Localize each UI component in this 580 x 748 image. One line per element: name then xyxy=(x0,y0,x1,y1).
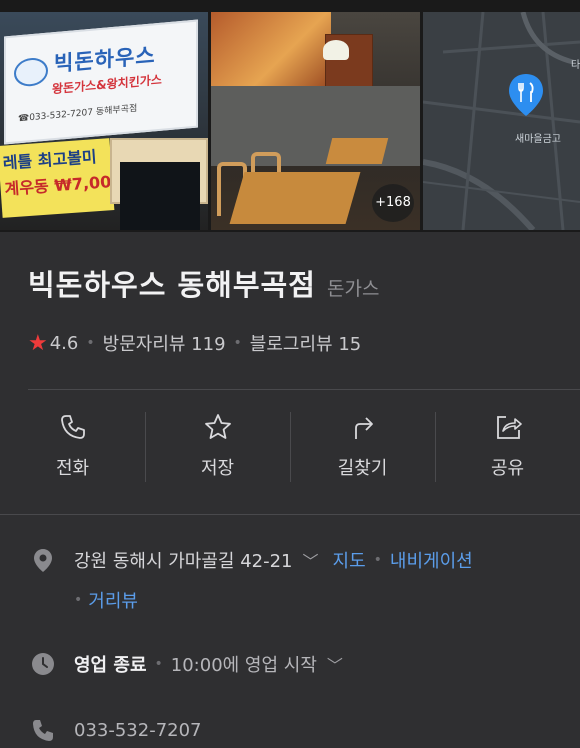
location-pin-icon xyxy=(34,549,52,572)
separator-dot: • xyxy=(86,335,95,351)
action-bar: 전화 저장 길찾기 공유 xyxy=(0,390,580,510)
map-pin-icon xyxy=(509,74,543,116)
save-label: 저장 xyxy=(200,458,235,479)
storefront-photo[interactable]: 빅돈하우스 왕돈가스&왕치킨가스 ☎033-532-7207 동해부곡점 레틀 … xyxy=(0,12,208,230)
star-icon xyxy=(204,414,231,439)
directions-label: 길찾기 xyxy=(337,458,388,479)
pendant-lamp xyxy=(323,40,349,60)
map-place-label: 새마을금고 xyxy=(515,134,561,145)
sign-phone: ☎033-532-7207 동해부곡점 xyxy=(18,103,138,125)
hours-row[interactable]: 영업 종료 • 10:00에 영업 시작 ﹀ xyxy=(30,651,343,677)
map-roads xyxy=(423,12,580,230)
map-thumbnail[interactable]: 새마을금고 타 xyxy=(423,12,580,230)
address-row-2: • 거리뷰 xyxy=(74,587,138,613)
store-sign: 빅돈하우스 왕돈가스&왕치킨가스 ☎033-532-7207 동해부곡점 xyxy=(4,19,198,145)
divider xyxy=(0,514,580,515)
phone-row[interactable]: 033-532-7207 xyxy=(30,717,202,743)
street-view-link[interactable]: 거리뷰 xyxy=(88,587,138,613)
chevron-down-icon[interactable]: ﹀ xyxy=(327,652,343,676)
save-button[interactable]: 저장 xyxy=(145,390,290,510)
phone-number[interactable]: 033-532-7207 xyxy=(74,720,202,741)
store-logo xyxy=(14,56,48,88)
next-open-time: 10:00에 영업 시작 xyxy=(170,655,317,676)
business-status: 영업 종료 xyxy=(74,655,147,676)
share-button[interactable]: 공유 xyxy=(435,390,580,510)
promo-banner: 레틀 최고볼미 계우동 ₩7,000 xyxy=(0,138,123,218)
separator-dot: • xyxy=(373,552,382,568)
place-category: 돈가스 xyxy=(327,278,380,300)
directions-button[interactable]: 길찾기 xyxy=(290,390,435,510)
address-row: 강원 동해시 가마골길 42-21 ﹀ 지도 • 내비게이션 xyxy=(30,547,473,573)
navigation-link[interactable]: 내비게이션 xyxy=(390,547,473,573)
separator-dot: • xyxy=(74,592,83,608)
phone-icon xyxy=(60,415,85,439)
menu-board xyxy=(211,12,331,86)
call-button[interactable]: 전화 xyxy=(0,390,145,510)
chevron-down-icon[interactable]: ﹀ xyxy=(303,548,319,572)
share-icon xyxy=(496,416,522,439)
address-text[interactable]: 강원 동해시 가마골길 42-21 xyxy=(74,547,293,573)
separator-dot: • xyxy=(233,335,242,351)
table-front xyxy=(229,172,361,224)
interior-photo[interactable]: +168 xyxy=(211,12,420,230)
photo-gallery[interactable]: 빅돈하우스 왕돈가스&왕치킨가스 ☎033-532-7207 동해부곡점 레틀 … xyxy=(0,0,580,232)
rating-value: 4.6 xyxy=(49,332,79,354)
call-label: 전화 xyxy=(55,458,90,479)
more-photos-badge[interactable]: +168 xyxy=(372,184,414,222)
store-door xyxy=(120,162,200,230)
wall xyxy=(211,86,420,166)
visitor-reviews-link[interactable]: 방문자리뷰 119 xyxy=(103,330,226,356)
rating-row: ★ 4.6 • 방문자리뷰 119 • 블로그리뷰 15 xyxy=(28,330,361,356)
clock-icon xyxy=(32,653,54,675)
rating-star-icon: ★ xyxy=(28,330,48,356)
table-back xyxy=(325,138,389,164)
separator-dot: • xyxy=(154,656,163,672)
map-link[interactable]: 지도 xyxy=(333,547,366,573)
phone-icon xyxy=(33,720,53,741)
map-edge-label: 타 xyxy=(571,60,580,71)
place-header: 빅돈하우스 동해부곡점 돈가스 xyxy=(28,262,379,304)
directions-icon xyxy=(354,417,373,439)
share-label: 공유 xyxy=(490,458,525,479)
place-name: 빅돈하우스 동해부곡점 xyxy=(28,268,316,302)
blog-reviews-link[interactable]: 블로그리뷰 15 xyxy=(250,330,361,356)
